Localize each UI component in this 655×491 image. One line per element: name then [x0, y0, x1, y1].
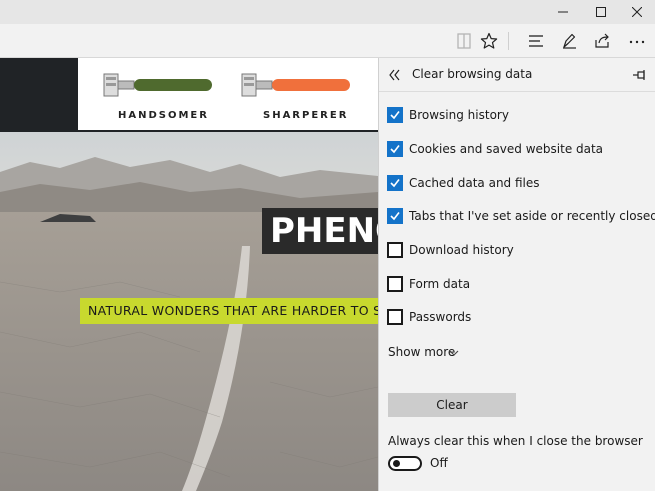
toggle-state-label: Off: [430, 456, 448, 470]
ad-product-label-1: HANDSOMER: [118, 110, 209, 121]
web-note-icon: [563, 33, 576, 49]
hub-icon: [529, 35, 543, 47]
pin-icon[interactable]: [631, 67, 647, 83]
checkbox-label: Cached data and files: [409, 176, 540, 190]
checkbox-cached-data[interactable]: Cached data and files: [387, 174, 652, 194]
checkbox-label: Passwords: [409, 310, 472, 324]
article-tagline: NATURAL WONDERS THAT ARE HARDER TO SEE: [80, 298, 378, 324]
maximize-icon: [596, 7, 606, 17]
clear-browsing-data-panel: Clear browsing data Browsing history Coo…: [378, 58, 655, 491]
maximize-button[interactable]: [583, 0, 619, 24]
chevron-down-icon[interactable]: [449, 349, 459, 357]
checkbox-box[interactable]: [387, 175, 403, 191]
checkbox-label: Cookies and saved website data: [409, 142, 604, 156]
checkbox-box[interactable]: [387, 309, 403, 325]
checkbox-download-history[interactable]: Download history: [387, 241, 652, 261]
more-icon: [629, 40, 645, 44]
checkbox-box[interactable]: [387, 276, 403, 292]
minimize-button[interactable]: [545, 0, 581, 24]
show-more-link[interactable]: Show more: [388, 345, 455, 359]
toolbar-separator: [508, 32, 509, 50]
checkbox-label: Browsing history: [409, 108, 509, 122]
always-clear-label: Always clear this when I close the brows…: [388, 434, 643, 448]
checkbox-box[interactable]: [387, 141, 403, 157]
green-razor-handle: [134, 79, 212, 91]
ad-banner[interactable]: HANDSOMER SHARPERER: [78, 58, 378, 132]
checkbox-tabs-set-aside[interactable]: Tabs that I've set aside or recently clo…: [387, 207, 655, 227]
checkbox-browsing-history[interactable]: Browsing history: [387, 106, 652, 126]
browser-toolbar: [0, 24, 655, 58]
hub-button[interactable]: [525, 30, 547, 52]
ad-dark-block: [0, 58, 78, 132]
favorite-button[interactable]: [478, 30, 500, 52]
checkbox-label: Download history: [409, 243, 514, 257]
back-chevrons-icon[interactable]: [387, 67, 403, 83]
share-icon: [595, 33, 609, 48]
title-bar: [0, 0, 655, 24]
checkmark-icon: [390, 145, 400, 154]
checkbox-cookies[interactable]: Cookies and saved website data: [387, 140, 652, 160]
web-page-content: HANDSOMER SHARPERER PHEN NATURAL WONDERS…: [0, 58, 378, 491]
checkbox-passwords[interactable]: Passwords: [387, 308, 652, 328]
always-clear-toggle[interactable]: [388, 456, 422, 471]
toggle-knob: [393, 460, 400, 467]
checkbox-label: Tabs that I've set aside or recently clo…: [409, 209, 655, 223]
checkmark-icon: [390, 179, 400, 188]
checkbox-box[interactable]: [387, 242, 403, 258]
favorite-star-icon: [480, 32, 498, 49]
orange-razor-image: [241, 73, 350, 97]
checkmark-icon: [390, 212, 400, 221]
more-button[interactable]: [626, 30, 648, 52]
clear-button[interactable]: Clear: [388, 393, 516, 417]
checkbox-box[interactable]: [387, 107, 403, 123]
web-note-button[interactable]: [558, 30, 580, 52]
reading-view-button[interactable]: [453, 30, 475, 52]
minimize-icon: [558, 11, 568, 13]
close-button[interactable]: [619, 0, 655, 24]
article-headline: PHENO: [262, 208, 378, 254]
panel-header: Clear browsing data: [379, 58, 655, 92]
ad-product-label-2: SHARPERER: [263, 110, 349, 121]
green-razor-image: [103, 73, 212, 97]
share-button[interactable]: [591, 30, 613, 52]
orange-razor-handle: [272, 79, 350, 91]
checkbox-label: Form data: [409, 277, 471, 291]
checkbox-form-data[interactable]: Form data: [387, 275, 652, 295]
reading-view-icon: [457, 33, 471, 49]
browser-window: HANDSOMER SHARPERER PHEN NATURAL WONDERS…: [0, 0, 655, 491]
close-icon: [632, 7, 642, 17]
panel-title: Clear browsing data: [412, 67, 533, 81]
checkbox-box[interactable]: [387, 208, 403, 224]
checkmark-icon: [390, 111, 400, 120]
